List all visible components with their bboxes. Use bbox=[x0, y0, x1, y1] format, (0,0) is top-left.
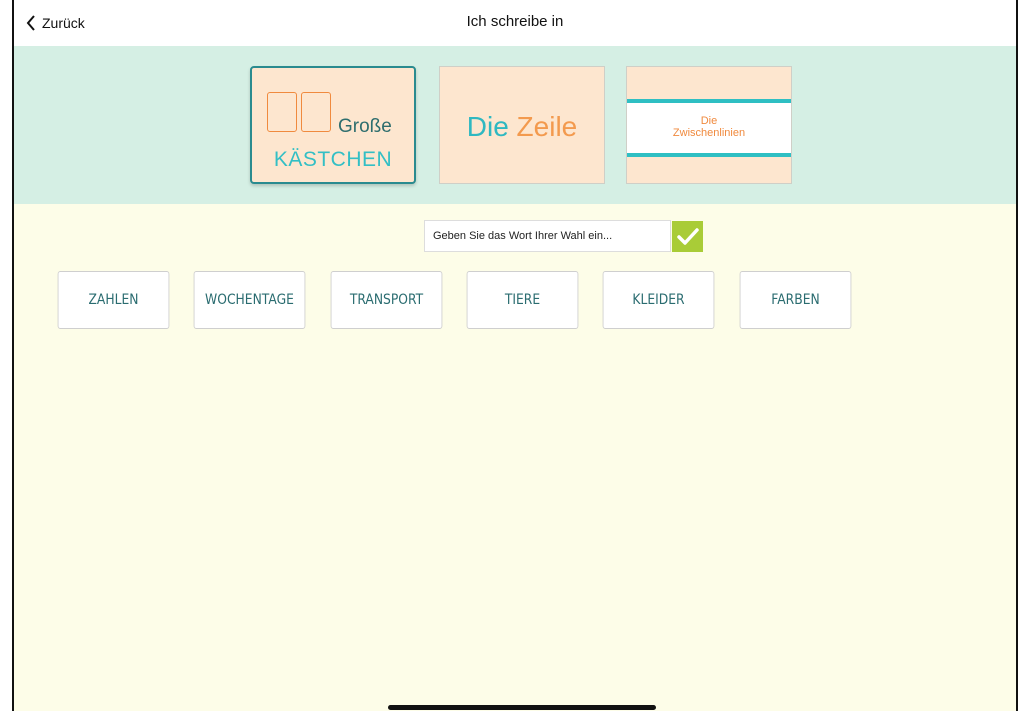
back-label: Zurück bbox=[42, 15, 85, 31]
mode-zeile[interactable]: Die Zeile bbox=[439, 66, 605, 184]
writing-mode-selector: Große KÄSTCHEN Die Zeile Die Zwischenlin… bbox=[14, 46, 1016, 204]
app-screen: Zurück Ich schreibe in Große KÄSTCHEN Di… bbox=[12, 0, 1018, 711]
category-zahlen[interactable]: ZAHLEN bbox=[57, 271, 170, 329]
boxes-icon bbox=[267, 92, 331, 132]
category-tiere[interactable]: TIERE bbox=[466, 271, 579, 329]
mode-zwischenlinien[interactable]: Die Zwischenlinien bbox=[626, 66, 792, 184]
category-transport[interactable]: TRANSPORT bbox=[330, 271, 443, 329]
chevron-left-icon bbox=[26, 15, 35, 31]
word-input-field[interactable] bbox=[424, 220, 671, 252]
confirm-button[interactable] bbox=[672, 221, 703, 252]
mode-zeile-label: Die Zeile bbox=[466, 111, 578, 142]
mode-grosse-label: Große bbox=[338, 116, 392, 137]
mode-zwischenlinien-label: Die Zwischenlinien bbox=[672, 115, 746, 139]
mode-grosse-kaestchen[interactable]: Große KÄSTCHEN bbox=[250, 66, 416, 184]
page-title: Ich schreibe in bbox=[466, 13, 564, 30]
category-farben[interactable]: FARBEN bbox=[739, 271, 852, 329]
back-button[interactable]: Zurück bbox=[26, 0, 85, 46]
lines-graphic: Die Zwischenlinien bbox=[627, 99, 791, 157]
category-wochentage[interactable]: WOCHENTAGE bbox=[193, 271, 306, 329]
word-input[interactable] bbox=[425, 221, 670, 251]
checkmark-icon bbox=[676, 227, 699, 245]
category-kleider[interactable]: KLEIDER bbox=[602, 271, 715, 329]
home-indicator bbox=[388, 705, 656, 710]
mode-kaestchen-label: KÄSTCHEN bbox=[273, 148, 393, 171]
navigation-bar: Zurück Ich schreibe in bbox=[14, 0, 1016, 47]
